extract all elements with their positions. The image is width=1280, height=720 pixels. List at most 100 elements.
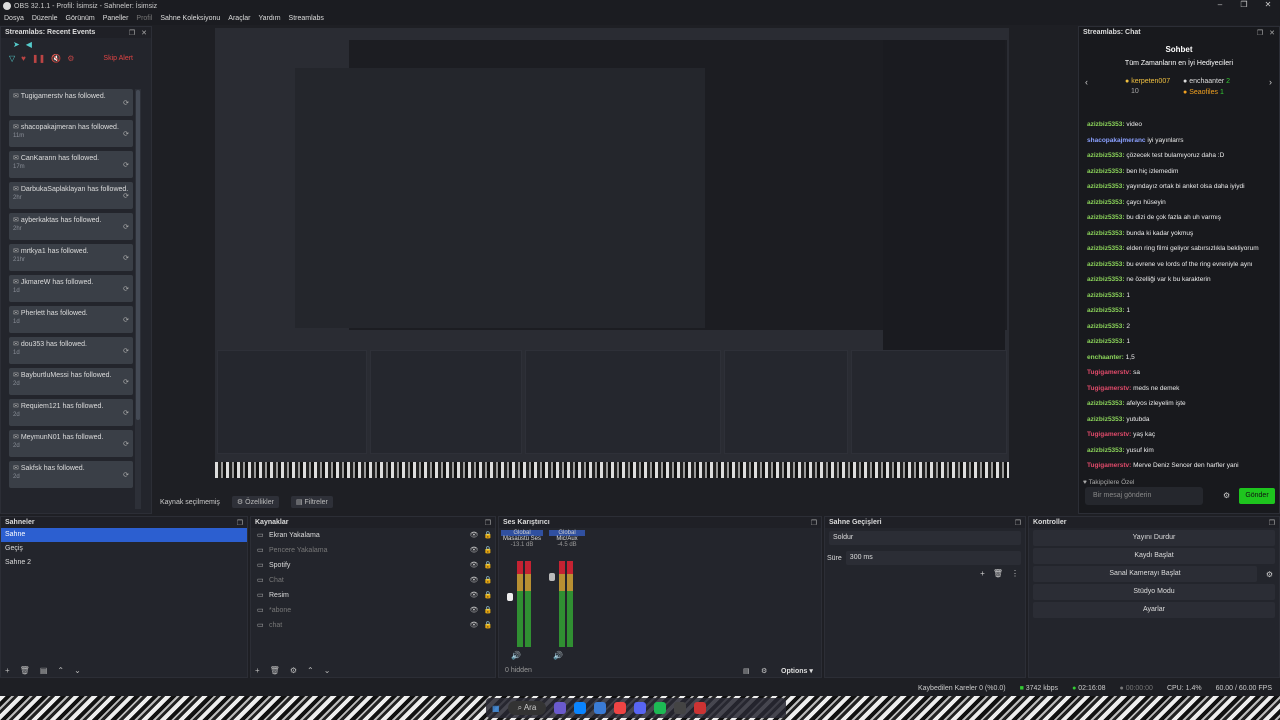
chat-user[interactable]: azizbiz5353: [1087, 447, 1125, 454]
scene-item[interactable]: Sahne 2 [1, 556, 247, 570]
replay-icon[interactable]: ⟳ [123, 161, 129, 169]
mixer-link-icon[interactable]: ⚙ [761, 667, 767, 675]
float-icon[interactable]: ❐ [485, 519, 491, 527]
minimize-icon[interactable]: – [1208, 0, 1232, 9]
menu-araclar[interactable]: Araçlar [224, 15, 254, 22]
trash-icon[interactable]: 🗑 [20, 666, 30, 675]
send-button[interactable]: Gönder [1239, 488, 1275, 504]
filter-icon[interactable]: ▽ [9, 54, 15, 63]
lock-icon[interactable]: 🔒 [481, 618, 495, 633]
close-dock-icon[interactable]: ✕ [141, 29, 147, 37]
duration-input[interactable]: 300 ms [845, 551, 1021, 565]
chat-user[interactable]: azizbiz5353: [1087, 121, 1125, 128]
chat-user[interactable]: azizbiz5353: [1087, 152, 1125, 159]
settings-button[interactable]: Ayarlar [1033, 602, 1275, 618]
preview-canvas[interactable] [215, 28, 1009, 478]
chat-user[interactable]: azizbiz5353: [1087, 183, 1125, 190]
source-item[interactable]: ▭ Pencere Yakalama 👁 🔒 [251, 543, 495, 558]
menu-sahne-koleksiyonu[interactable]: Sahne Koleksiyonu [156, 15, 224, 22]
chat-user[interactable]: shacopakajmeranc [1087, 137, 1146, 144]
chat-user[interactable]: Tugigamerstv: [1087, 431, 1131, 438]
speaker-icon[interactable]: 🔊 [511, 651, 521, 660]
visibility-icon[interactable]: 👁 [467, 558, 481, 573]
replay-icon[interactable]: ⟳ [123, 378, 129, 386]
chat-user[interactable]: azizbiz5353: [1087, 199, 1125, 206]
float-icon[interactable]: ❐ [811, 519, 817, 527]
spotify-icon[interactable] [654, 702, 667, 714]
windows-start-icon[interactable]: ▦ [492, 704, 500, 713]
replay-icon[interactable]: ⟳ [123, 471, 129, 479]
source-item[interactable]: ▭ Spotify 👁 🔒 [251, 558, 495, 573]
menu-paneller[interactable]: Paneller [99, 15, 133, 22]
stop-stream-button[interactable]: Yayını Durdur [1033, 530, 1275, 546]
add-icon[interactable]: + [5, 666, 10, 675]
chat-user[interactable]: azizbiz5353: [1087, 307, 1125, 314]
pause-icon[interactable]: ❚❚ [32, 54, 45, 63]
replay-icon[interactable]: ⟳ [123, 254, 129, 262]
chat-user[interactable]: Tugigamerstv: [1087, 369, 1131, 376]
chat-input[interactable]: Bir mesaj gönderin [1085, 487, 1203, 505]
menu-yardim[interactable]: Yardım [254, 15, 284, 22]
options-button[interactable]: Options ▾ [781, 667, 813, 675]
filter-icon[interactable]: ▤ [40, 666, 48, 675]
chat-settings-icon[interactable]: ⚙ [1223, 491, 1230, 500]
trash-icon[interactable]: 🗑 [993, 569, 1003, 578]
lock-icon[interactable]: 🔒 [481, 543, 495, 558]
down-icon[interactable]: ⌄ [74, 666, 81, 675]
megaphone-icon[interactable]: ◀ [26, 40, 32, 49]
settings-icon[interactable]: ⚙ [67, 54, 74, 63]
visibility-icon[interactable]: 👁 [467, 588, 481, 603]
chevron-left-icon[interactable]: ‹ [1085, 77, 1088, 87]
scrollbar[interactable] [135, 89, 141, 509]
maximize-icon[interactable]: ❐ [1232, 0, 1256, 9]
chat-user[interactable]: azizbiz5353: [1087, 230, 1125, 237]
taskbar-search[interactable]: ⌕ Ara [507, 701, 547, 715]
heart-icon[interactable]: ♥ [21, 54, 26, 63]
float-icon[interactable]: ❐ [237, 519, 243, 527]
chat-user[interactable]: azizbiz5353: [1087, 276, 1125, 283]
properties-button[interactable]: ⚙ Özellikler [231, 496, 279, 508]
replay-icon[interactable]: ⟳ [123, 99, 129, 107]
float-icon[interactable]: ❐ [129, 29, 135, 37]
scene-item[interactable]: Sahne [1, 528, 247, 542]
replay-icon[interactable]: ⟳ [123, 192, 129, 200]
source-item[interactable]: ▭ Ekran Yakalama 👁 🔒 [251, 528, 495, 543]
source-item[interactable]: ▭ chat 👁 🔒 [251, 618, 495, 633]
visibility-icon[interactable]: 👁 [467, 543, 481, 558]
down-icon[interactable]: ⌄ [324, 666, 331, 675]
discord-icon[interactable] [634, 702, 647, 714]
float-icon[interactable]: ❐ [1257, 29, 1263, 37]
replay-icon[interactable]: ⟳ [123, 316, 129, 324]
obs-icon[interactable] [674, 702, 687, 714]
chrome-icon[interactable] [614, 702, 627, 714]
filters-button[interactable]: ▤ Filtreler [290, 496, 333, 508]
replay-icon[interactable]: ⟳ [123, 285, 129, 293]
speaker-icon[interactable]: 🔊 [553, 651, 563, 660]
chat-user[interactable]: azizbiz5353: [1087, 323, 1125, 330]
up-icon[interactable]: ⌃ [307, 666, 314, 675]
menu-duzenle[interactable]: Düzenle [28, 15, 62, 22]
app-icon[interactable] [554, 702, 567, 714]
scene-item[interactable]: Geçiş [1, 542, 247, 556]
source-item[interactable]: ▭ Resim 👁 🔒 [251, 588, 495, 603]
up-icon[interactable]: ⌃ [57, 666, 64, 675]
chat-user[interactable]: enchaanter: [1087, 354, 1124, 361]
chat-user[interactable]: azizbiz5353: [1087, 168, 1125, 175]
lock-icon[interactable]: 🔒 [481, 573, 495, 588]
send-icon[interactable]: ➤ [13, 40, 20, 49]
chat-user[interactable]: azizbiz5353: [1087, 292, 1125, 299]
replay-icon[interactable]: ⟳ [123, 347, 129, 355]
studio-mode-button[interactable]: Stüdyo Modu [1033, 584, 1275, 600]
close-dock-icon[interactable]: ✕ [1269, 29, 1275, 37]
chat-user[interactable]: azizbiz5353: [1087, 261, 1125, 268]
app-icon[interactable] [574, 702, 587, 714]
visibility-icon[interactable]: 👁 [467, 528, 481, 543]
float-icon[interactable]: ❐ [1269, 519, 1275, 527]
chat-user[interactable]: azizbiz5353: [1087, 214, 1125, 221]
visibility-icon[interactable]: 👁 [467, 618, 481, 633]
chat-user[interactable]: azizbiz5353: [1087, 416, 1125, 423]
replay-icon[interactable]: ⟳ [123, 409, 129, 417]
lock-icon[interactable]: 🔒 [481, 528, 495, 543]
chat-user[interactable]: azizbiz5353: [1087, 338, 1125, 345]
chevron-right-icon[interactable]: › [1269, 77, 1272, 87]
